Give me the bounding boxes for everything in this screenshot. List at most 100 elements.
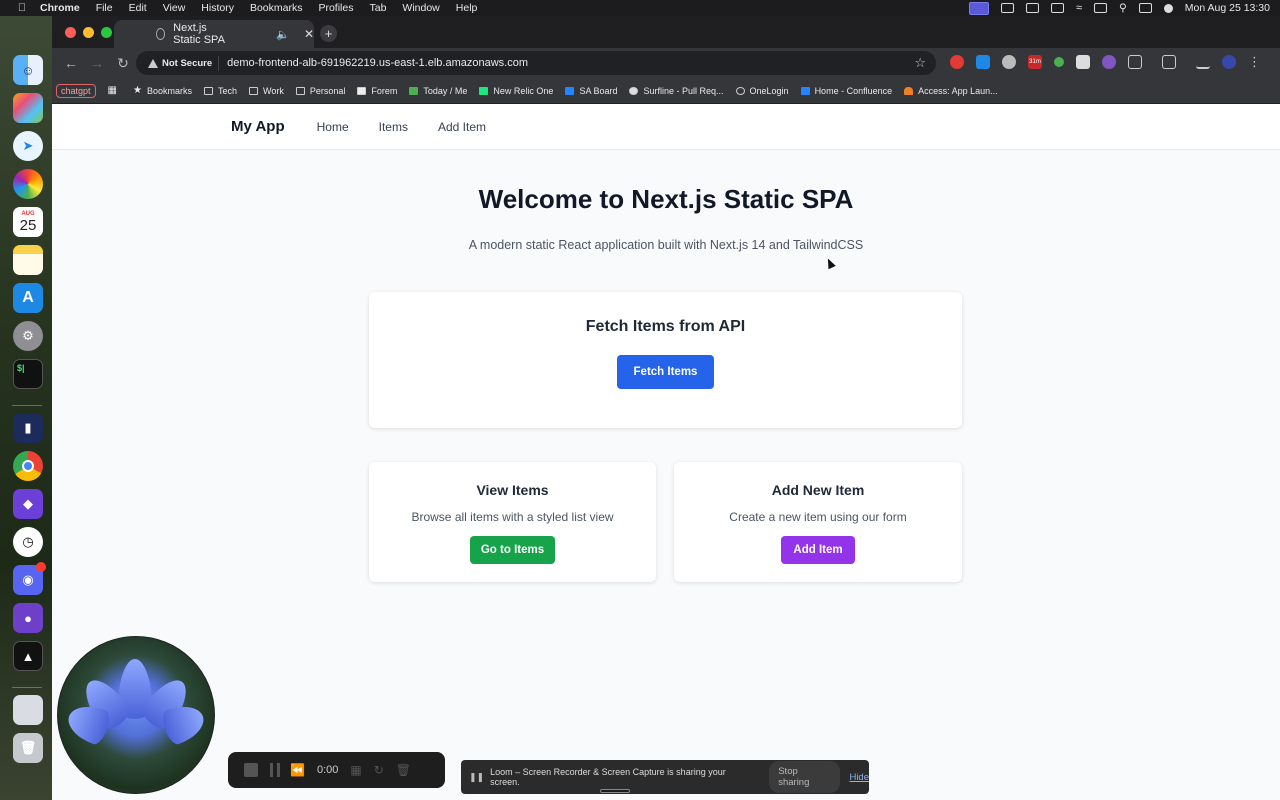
safari-icon[interactable]: ➤ [13, 131, 43, 161]
cursor-app-icon[interactable]: ▲ [13, 641, 43, 671]
extension-red-icon[interactable] [950, 55, 964, 69]
extension-grid-icon[interactable] [1076, 55, 1090, 69]
menu-bookmarks[interactable]: Bookmarks [250, 2, 303, 14]
menu-window[interactable]: Window [402, 2, 439, 14]
siri-icon[interactable] [1163, 3, 1173, 13]
bookmark-chatgpt[interactable]: chatgpt [56, 83, 96, 98]
obsidian-icon[interactable]: ◆ [13, 489, 43, 519]
hide-banner-link[interactable]: Hide [849, 772, 869, 783]
drag-handle[interactable] [600, 789, 630, 793]
download-icon[interactable] [1196, 55, 1210, 69]
reload-icon[interactable]: ↻ [116, 55, 130, 72]
stop-recording-icon[interactable] [244, 763, 258, 777]
extension-timer-icon[interactable]: 31m [1028, 55, 1042, 69]
bookmark-access[interactable]: Access: App Laun... [904, 86, 998, 96]
bookmark-today[interactable]: Today / Me [409, 86, 467, 96]
menu-app-name[interactable]: Chrome [40, 2, 80, 14]
window-layout-icon[interactable] [1051, 3, 1064, 13]
bookmark-confluence[interactable]: Home - Confluence [800, 86, 892, 96]
nav-link-home[interactable]: Home [317, 120, 349, 134]
app-brand[interactable]: My App [231, 118, 285, 135]
trash-icon[interactable]: 🗑 [13, 733, 43, 763]
menubar-clock[interactable]: Mon Aug 25 13:30 [1185, 2, 1270, 14]
wifi-icon[interactable]: ≈ [1076, 2, 1082, 14]
go-to-items-button[interactable]: Go to Items [469, 536, 556, 564]
menu-profiles[interactable]: Profiles [318, 2, 353, 14]
side-panel-icon[interactable] [1162, 55, 1176, 69]
app-store-icon[interactable]: A [13, 283, 43, 313]
clock-icon[interactable]: ◷ [13, 527, 43, 557]
tab-active[interactable]: Next.js Static SPA 🔈 ✕ [114, 20, 314, 48]
chrome-icon[interactable] [13, 451, 43, 481]
rewind-icon[interactable]: ⏪ [290, 763, 305, 777]
maximize-window-button[interactable] [101, 26, 112, 38]
finder-icon[interactable]: ☺ [13, 55, 43, 85]
bookmark-folder-work[interactable]: Work [248, 86, 284, 96]
bookmark-star-icon[interactable]: ☆ [914, 55, 926, 71]
stop-sharing-button[interactable]: Stop sharing [769, 761, 841, 793]
github-icon[interactable]: ● [13, 603, 43, 633]
terminal-icon[interactable]: $| [13, 359, 43, 389]
bookmark-folder-personal[interactable]: Personal [295, 85, 346, 96]
url-text[interactable]: demo-frontend-alb-691962219.us-east-1.el… [227, 57, 528, 69]
trash-icon[interactable]: 🗑 [396, 763, 411, 777]
drawing-tools-icon[interactable]: ▦ [350, 763, 361, 777]
more-menu-icon[interactable]: ⋮ [1248, 55, 1261, 69]
apple-logo-icon[interactable]:  [14, 2, 30, 14]
stats-icon[interactable] [1001, 3, 1014, 13]
bookmark-forem[interactable]: Forem [357, 86, 397, 96]
bookmark-label: Bookmarks [146, 85, 192, 96]
menu-history[interactable]: History [201, 2, 234, 14]
menu-help[interactable]: Help [456, 2, 478, 14]
spotlight-search-icon[interactable]: ⚲ [1119, 2, 1127, 14]
menu-view[interactable]: View [163, 2, 186, 14]
close-tab-icon[interactable]: ✕ [304, 27, 314, 41]
add-item-button[interactable]: Add Item [781, 536, 855, 564]
pause-recording-icon[interactable] [270, 763, 280, 777]
address-bar[interactable]: Not Secure demo-frontend-alb-691962219.u… [136, 51, 936, 75]
bookmark-sa-board[interactable]: SA Board [565, 86, 617, 96]
extension-shield-icon[interactable] [976, 55, 990, 69]
back-arrow-icon[interactable]: ← [64, 55, 78, 71]
battery-icon[interactable] [1094, 3, 1108, 13]
view-items-card: View Items Browse all items with a style… [369, 462, 656, 582]
bookmark-onelogin[interactable]: OneLogin [735, 86, 789, 96]
sharing-message: Loom – Screen Recorder & Screen Capture … [490, 767, 726, 787]
loom-webcam-bubble[interactable] [57, 636, 215, 794]
photos-icon[interactable] [13, 169, 43, 199]
bookmark-new-relic[interactable]: New Relic One [479, 86, 553, 96]
bookmark-item[interactable]: ★ Bookmarks [133, 85, 192, 96]
notes-icon[interactable] [13, 245, 43, 275]
downloads-folder-icon[interactable] [13, 695, 43, 725]
profile-avatar-icon[interactable] [1222, 55, 1236, 69]
screen-share-icon[interactable] [969, 1, 989, 15]
restart-icon[interactable]: ↻ [374, 763, 384, 777]
bookmark-folder-tech[interactable]: Tech [203, 86, 237, 96]
extension-zoom-icon[interactable] [1054, 57, 1064, 67]
activity-monitor-icon[interactable]: ▮ [13, 413, 43, 443]
launchpad-icon[interactable] [13, 93, 43, 123]
speaker-icon[interactable]: 🔈 [276, 28, 290, 41]
bookmark-label: Personal [309, 85, 346, 96]
menu-file[interactable]: File [96, 2, 113, 14]
close-window-button[interactable] [65, 26, 76, 38]
menu-edit[interactable]: Edit [129, 2, 147, 14]
system-settings-icon[interactable]: ⚙ [13, 321, 43, 351]
forward-arrow-icon[interactable]: → [90, 55, 104, 71]
extensions-puzzle-icon[interactable] [1128, 55, 1142, 69]
nav-link-add-item[interactable]: Add Item [438, 120, 486, 134]
apps-grid-icon[interactable]: ▦ [108, 85, 117, 96]
display-icon[interactable] [1026, 3, 1039, 13]
control-center-icon[interactable] [1138, 3, 1152, 13]
extension-avatar-icon[interactable] [1102, 55, 1116, 69]
security-chip[interactable]: Not Secure [142, 55, 220, 71]
extension-globe-icon[interactable] [1002, 55, 1016, 69]
calendar-icon[interactable]: AUG 25 [13, 207, 43, 237]
discord-icon[interactable]: ◉ [13, 562, 46, 595]
minimize-window-button[interactable] [83, 26, 94, 38]
fetch-items-button[interactable]: Fetch Items [616, 355, 715, 389]
menu-tab[interactable]: Tab [369, 2, 386, 14]
nav-link-items[interactable]: Items [379, 120, 408, 134]
new-tab-icon[interactable]: + [320, 25, 337, 42]
bookmark-surfline[interactable]: Surfline - Pull Req... [629, 86, 724, 96]
